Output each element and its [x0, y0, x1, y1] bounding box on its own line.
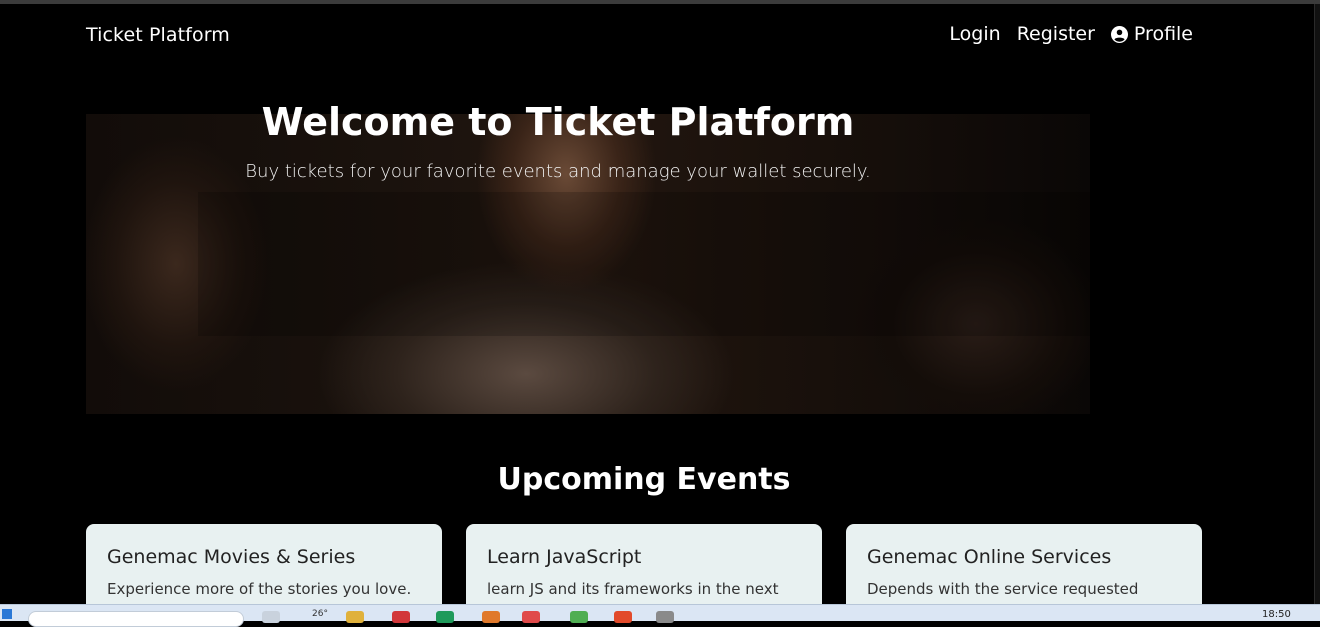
taskbar-search-input[interactable] [28, 611, 244, 627]
taskbar-app-icon[interactable] [482, 611, 500, 623]
navbar: Ticket Platform Login Register Profile [0, 4, 1314, 68]
os-taskbar: 26° 18:50 [0, 604, 1320, 627]
event-card-title: Genemac Movies & Series [107, 546, 356, 568]
nav-links: Login Register Profile [949, 23, 1193, 45]
start-icon[interactable] [2, 609, 12, 619]
event-card-text: Depends with the service requested [867, 580, 1139, 598]
event-card[interactable]: Genemac Movies & Series Experience more … [86, 524, 442, 614]
user-circle-icon [1110, 25, 1128, 43]
login-link[interactable]: Login [949, 23, 1000, 45]
taskbar-app-icon[interactable] [614, 611, 632, 623]
profile-link[interactable]: Profile [1110, 23, 1193, 45]
folder-icon[interactable] [346, 611, 364, 623]
taskbar-clock[interactable]: 18:50 [1262, 609, 1291, 620]
hero-overlay [198, 192, 1090, 336]
profile-label: Profile [1133, 23, 1193, 45]
event-card[interactable]: Genemac Online Services Depends with the… [846, 524, 1202, 614]
taskbar-app-icon[interactable] [262, 611, 280, 623]
event-card-title: Genemac Online Services [867, 546, 1112, 568]
event-card[interactable]: Learn JavaScript learn JS and its framew… [466, 524, 822, 614]
event-card-text: learn JS and its frameworks in the next [487, 580, 779, 598]
taskbar-weather[interactable]: 26° [312, 609, 328, 619]
brand-link[interactable]: Ticket Platform [86, 24, 230, 46]
browser-icon[interactable] [522, 611, 540, 623]
upcoming-events-heading: Upcoming Events [497, 462, 791, 497]
event-card-title: Learn JavaScript [487, 546, 642, 568]
taskbar-app-icon[interactable] [436, 611, 454, 623]
taskbar-app-icon[interactable] [570, 611, 588, 623]
register-link[interactable]: Register [1017, 23, 1095, 45]
taskbar-app-icon[interactable] [656, 611, 674, 623]
event-card-text: Experience more of the stories you love. [107, 580, 412, 598]
scrollbar[interactable] [1314, 4, 1320, 604]
taskbar-app-icon[interactable] [392, 611, 410, 623]
hero-banner [86, 114, 1090, 414]
hero-title: Welcome to Ticket Platform [261, 100, 855, 144]
hero-subtitle: Buy tickets for your favorite events and… [245, 161, 871, 182]
